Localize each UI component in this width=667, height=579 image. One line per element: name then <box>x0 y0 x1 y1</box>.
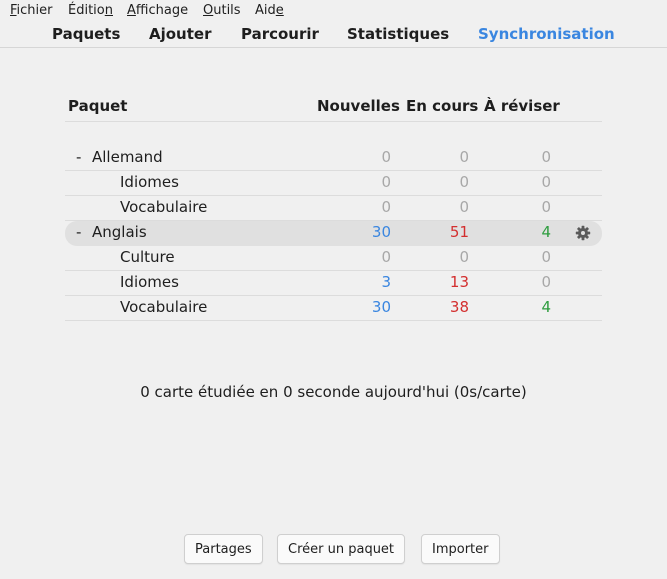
new-count: 30 <box>371 298 391 316</box>
due-count: 0 <box>541 273 551 291</box>
deck-name[interactable]: Vocabulaire <box>120 198 207 216</box>
new-count: 0 <box>381 248 391 266</box>
toolbar-decks-link[interactable]: Paquets <box>52 25 120 43</box>
learn-count: 0 <box>459 248 469 266</box>
menu-view-after: ffichage <box>135 3 189 18</box>
deck-row-allemand-vocabulaire[interactable]: Vocabulaire 0 0 0 <box>65 196 602 221</box>
menu-bar: Fichier Édition Affichage Outils Aide <box>0 0 667 21</box>
toolbar-stats-link[interactable]: Statistiques <box>347 25 449 43</box>
new-count: 30 <box>371 223 391 241</box>
new-count: 0 <box>381 198 391 216</box>
study-stats-text: 0 carte étudiée en 0 seconde aujourd'hui… <box>140 383 527 401</box>
table-header: Paquet Nouvelles En cours À réviser <box>65 95 602 122</box>
learn-count: 38 <box>449 298 469 316</box>
menu-tools-mnemonic: O <box>203 3 214 18</box>
deck-name[interactable]: Idiomes <box>120 173 179 191</box>
menu-tools-after: utils <box>213 3 241 18</box>
deck-name[interactable]: Idiomes <box>120 273 179 291</box>
header-due: À réviser <box>484 97 560 115</box>
due-count: 0 <box>541 173 551 191</box>
deck-name[interactable]: Culture <box>120 248 175 266</box>
new-count: 0 <box>381 148 391 166</box>
deck-name[interactable]: Allemand <box>92 148 163 166</box>
toolbar-sync-link[interactable]: Synchronisation <box>478 25 615 43</box>
menu-view[interactable]: Affichage <box>127 3 188 18</box>
learn-count: 0 <box>459 148 469 166</box>
table-spacer <box>65 122 602 146</box>
menu-file[interactable]: Fichier <box>10 3 53 18</box>
learn-count: 51 <box>449 223 469 241</box>
due-count: 0 <box>541 198 551 216</box>
deck-row-anglais-vocabulaire[interactable]: Vocabulaire 30 38 4 <box>65 296 602 321</box>
gear-icon[interactable] <box>575 225 591 241</box>
menu-edit[interactable]: Édition <box>68 3 113 18</box>
menu-edit-mnemonic: n <box>104 3 113 18</box>
deck-row-anglais-idiomes[interactable]: Idiomes 3 13 0 <box>65 271 602 296</box>
due-count: 0 <box>541 248 551 266</box>
header-deck: Paquet <box>68 97 128 115</box>
toolbar-browse-link[interactable]: Parcourir <box>241 25 319 43</box>
toolbar-add-link[interactable]: Ajouter <box>149 25 211 43</box>
menu-help-mnemonic: e <box>275 3 284 18</box>
menu-view-mnemonic: A <box>127 3 136 18</box>
menu-help-before: Aid <box>255 3 276 18</box>
menu-help[interactable]: Aide <box>255 3 284 18</box>
deck-name[interactable]: Vocabulaire <box>120 298 207 316</box>
deck-row-anglais-culture[interactable]: Culture 0 0 0 <box>65 246 602 271</box>
due-count: 0 <box>541 148 551 166</box>
learn-count: 0 <box>459 198 469 216</box>
due-count: 4 <box>541 223 551 241</box>
deck-row-allemand[interactable]: - Allemand 0 0 0 <box>65 146 602 171</box>
import-button[interactable]: Importer <box>421 534 500 564</box>
learn-count: 13 <box>449 273 469 291</box>
header-learn: En cours <box>406 97 479 115</box>
due-count: 4 <box>541 298 551 316</box>
shared-decks-button[interactable]: Partages <box>184 534 263 564</box>
menu-file-after: ichier <box>16 3 53 18</box>
main-toolbar: Paquets Ajouter Parcourir Statistiques S… <box>0 21 667 48</box>
learn-count: 0 <box>459 173 469 191</box>
create-deck-button[interactable]: Créer un paquet <box>277 534 406 564</box>
collapse-toggle[interactable]: - <box>76 148 81 166</box>
header-new: Nouvelles <box>317 97 400 115</box>
new-count: 0 <box>381 173 391 191</box>
collapse-toggle[interactable]: - <box>76 223 81 241</box>
menu-tools[interactable]: Outils <box>203 3 241 18</box>
new-count: 3 <box>381 273 391 291</box>
deck-row-anglais[interactable]: - Anglais 30 51 4 <box>65 221 602 246</box>
deck-row-allemand-idiomes[interactable]: Idiomes 0 0 0 <box>65 171 602 196</box>
deck-name[interactable]: Anglais <box>92 223 147 241</box>
deck-table: Paquet Nouvelles En cours À réviser - Al… <box>65 95 602 321</box>
menu-edit-before: Éditio <box>68 3 105 18</box>
